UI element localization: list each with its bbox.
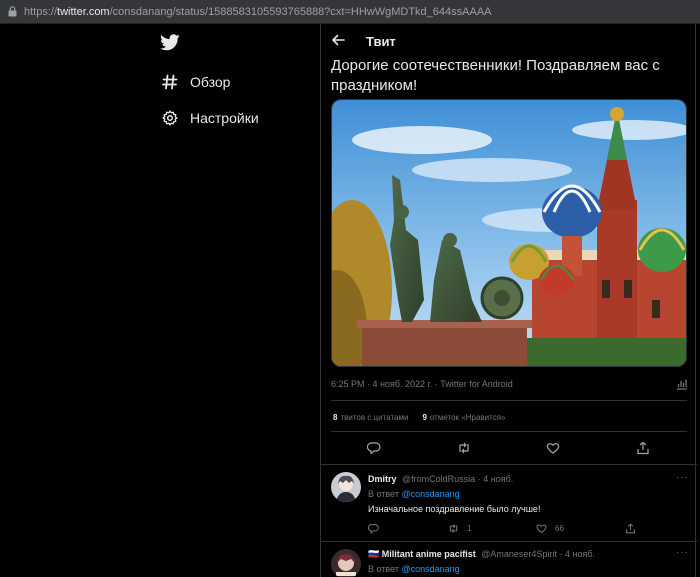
reply-to-handle[interactable]: @consdanang <box>401 489 459 499</box>
back-arrow-icon[interactable] <box>331 33 347 49</box>
hashtag-icon <box>160 72 180 92</box>
twitter-bird-icon[interactable] <box>160 34 182 54</box>
reply-date[interactable]: 4 нояб. <box>483 474 513 484</box>
divider <box>331 400 687 401</box>
browser-address-bar[interactable]: https://twitter.com/consdanang/status/15… <box>0 0 700 24</box>
reply-header: 🇷🇺 Militant anime pacifist @Amaneser4Spi… <box>368 549 595 559</box>
tweet-actions <box>321 441 697 455</box>
in-reply-to: В ответ @consdanang <box>368 564 460 574</box>
sidebar-item-label: Обзор <box>190 74 231 90</box>
more-options-icon[interactable]: ··· <box>676 547 689 558</box>
reply-actions: 1 66 <box>368 523 688 535</box>
sidebar-item-label: Настройки <box>190 110 259 126</box>
divider <box>331 431 687 432</box>
russia-flag-icon: 🇷🇺 <box>368 549 380 559</box>
retweet-icon <box>449 524 458 533</box>
more-options-icon[interactable]: ··· <box>676 472 689 483</box>
sidebar-item-settings[interactable]: Настройки <box>160 106 259 130</box>
share-icon <box>626 523 635 534</box>
tweet-photo[interactable] <box>331 99 687 367</box>
reply-author-name[interactable]: Dmitry <box>368 474 397 484</box>
reply-author-handle[interactable]: @Amaneser4Spirit <box>481 549 557 559</box>
retweet-button[interactable]: 1 <box>448 523 471 534</box>
like-icon[interactable] <box>546 441 560 455</box>
page-header: Твит <box>321 24 697 58</box>
quote-tweets-stat[interactable]: 8 твитов с цитатами <box>333 413 408 422</box>
reply-button[interactable] <box>368 523 387 534</box>
share-icon[interactable] <box>636 441 650 455</box>
retweet-icon[interactable] <box>457 441 471 455</box>
in-reply-to: В ответ @consdanang <box>368 489 460 499</box>
likes-stat[interactable]: 9 отметок «Нравится» <box>422 413 505 422</box>
avatar[interactable] <box>331 472 361 502</box>
lock-icon <box>0 0 24 24</box>
reply-icon <box>368 524 379 534</box>
reply-tweet[interactable]: 🇷🇺 Militant anime pacifist @Amaneser4Spi… <box>321 541 697 577</box>
reply-author-name[interactable]: 🇷🇺 Militant anime pacifist <box>368 549 476 559</box>
reply-text: Изначальное поздравление было лучше! <box>368 504 541 514</box>
reply-date[interactable]: 4 нояб. <box>565 549 595 559</box>
tweet-timestamp[interactable]: 6:25 PM · 4 нояб. 2022 г. · Twitter for … <box>331 379 513 389</box>
analytics-icon[interactable] <box>676 377 688 390</box>
share-button[interactable] <box>625 523 644 534</box>
reply-to-handle[interactable]: @consdanang <box>401 564 459 574</box>
reply-tweet[interactable]: Dmitry @fromColdRussia · 4 нояб. ··· В о… <box>321 464 697 541</box>
sidebar-item-explore[interactable]: Обзор <box>160 70 230 94</box>
left-sidebar: Обзор Настройки <box>0 24 320 577</box>
tweet-text: Дорогие соотечественники! Поздравляем ва… <box>331 57 660 94</box>
tweet-stats: 8 твитов с цитатами 9 отметок «Нравится» <box>333 413 505 422</box>
gear-icon <box>160 108 180 128</box>
like-count: 66 <box>555 524 564 533</box>
avatar[interactable] <box>331 549 361 577</box>
reply-header: Dmitry @fromColdRussia · 4 нояб. <box>368 474 514 484</box>
retweet-count: 1 <box>467 524 472 533</box>
page-title: Твит <box>366 34 396 49</box>
like-icon <box>536 524 547 534</box>
reply-icon[interactable] <box>366 441 381 455</box>
reply-author-handle[interactable]: @fromColdRussia <box>402 474 475 484</box>
url-text: https://twitter.com/consdanang/status/15… <box>24 5 492 18</box>
like-button[interactable]: 66 <box>536 523 564 534</box>
tweet-column: Твит Дорогие соотечественники! Поздравля… <box>320 24 697 577</box>
